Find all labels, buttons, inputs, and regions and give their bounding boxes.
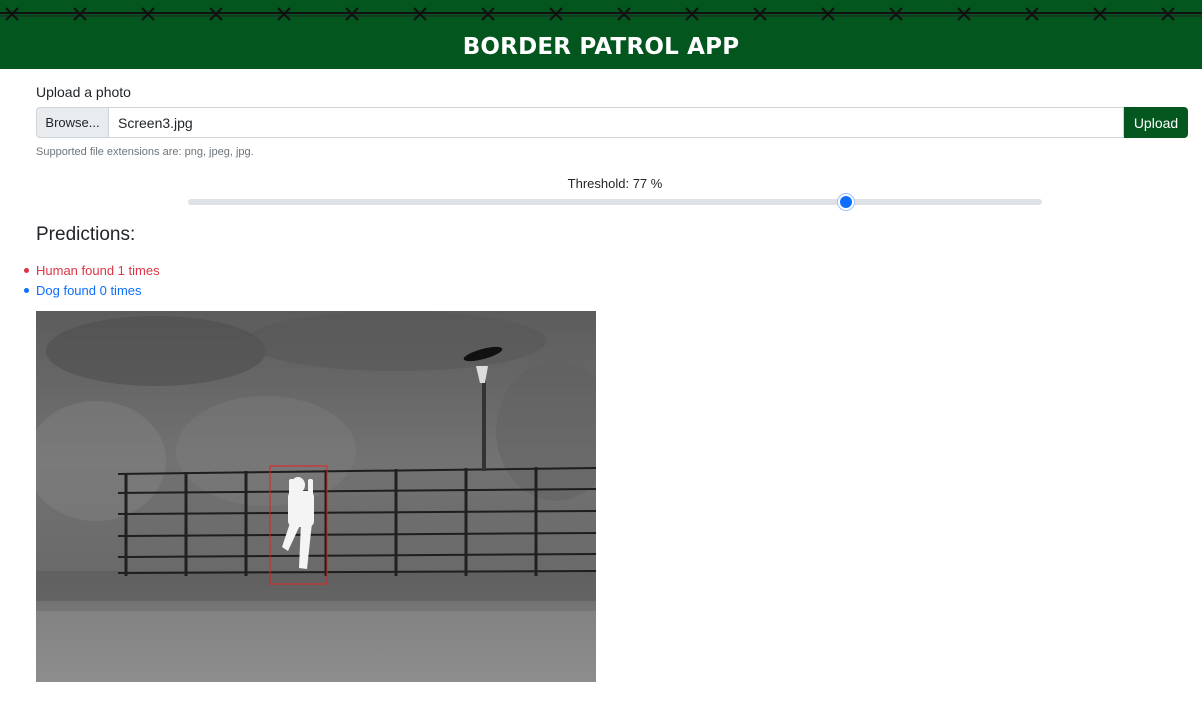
bullet-icon bbox=[24, 267, 29, 273]
file-name-field[interactable]: Screen3.jpg bbox=[108, 107, 1124, 138]
app-title: BORDER PATROL APP bbox=[462, 34, 740, 60]
threshold-slider[interactable] bbox=[188, 199, 1042, 205]
upload-label: Upload a photo bbox=[36, 84, 131, 100]
barbed-wire-icon bbox=[0, 7, 1202, 21]
help-text: Supported file extensions are: png, jpeg… bbox=[36, 146, 254, 158]
file-input-group: Browse... Screen3.jpg Upload bbox=[36, 107, 1188, 138]
thermal-photo bbox=[36, 311, 596, 682]
threshold-label: Threshold: 77 % bbox=[567, 176, 663, 191]
prediction-dog: Dog found 0 times bbox=[36, 282, 142, 298]
threshold-slider-thumb[interactable] bbox=[837, 194, 854, 210]
predictions-list: Human found 1 times Dog found 0 times bbox=[24, 260, 160, 300]
upload-button[interactable]: Upload bbox=[1124, 107, 1188, 138]
list-item: Human found 1 times bbox=[24, 260, 160, 280]
app-header: BORDER PATROL APP bbox=[0, 0, 1202, 69]
bullet-icon bbox=[24, 287, 29, 293]
list-item: Dog found 0 times bbox=[24, 280, 160, 300]
prediction-human: Human found 1 times bbox=[36, 262, 160, 278]
predictions-title: Predictions: bbox=[36, 224, 136, 245]
browse-button[interactable]: Browse... bbox=[36, 107, 108, 138]
